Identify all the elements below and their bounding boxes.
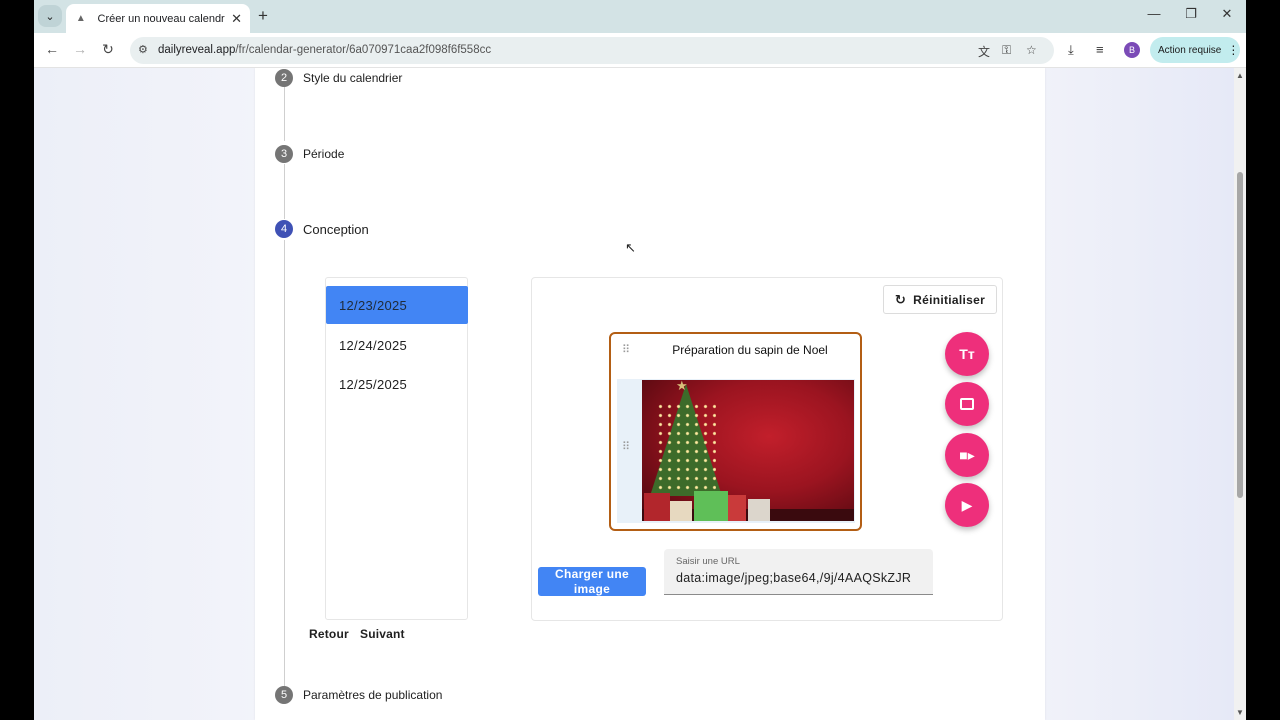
date-item[interactable]: 12/24/2025 xyxy=(326,326,467,364)
add-image-button[interactable] xyxy=(945,382,989,426)
tab-strip: ⌄ ▲ Créer un nouveau calendrier nu ✕ + —… xyxy=(34,0,1246,33)
new-tab-button[interactable]: + xyxy=(258,6,268,26)
videocam-icon: ■▸ xyxy=(959,446,975,463)
action-required-label: Action requise xyxy=(1158,44,1222,56)
gift-shape xyxy=(728,495,746,521)
next-button[interactable]: Suivant xyxy=(360,627,405,641)
upload-image-button[interactable]: Charger une image xyxy=(538,567,646,596)
date-list: 12/23/2025 12/24/2025 12/25/2025 xyxy=(325,277,468,620)
reset-label: Réinitialiser xyxy=(913,292,986,307)
add-text-button[interactable]: Tт xyxy=(945,332,989,376)
step-design[interactable]: 4 Conception xyxy=(275,220,369,238)
step-number: 5 xyxy=(275,686,293,704)
url-domain: dailyreveal.app xyxy=(158,44,236,56)
page-scrollbar[interactable]: ▲ ▼ xyxy=(1234,68,1246,720)
add-youtube-button[interactable]: ▶ xyxy=(945,483,989,527)
reset-button[interactable]: ↻ Réinitialiser xyxy=(883,285,997,314)
step-label: Paramètres de publication xyxy=(303,688,443,702)
window-close-icon[interactable]: ✕ xyxy=(1217,6,1237,22)
step-number: 2 xyxy=(275,69,293,87)
forward-arrow-icon[interactable]: → xyxy=(70,41,90,57)
media-queue-icon[interactable]: ≡ xyxy=(1096,42,1104,57)
download-icon[interactable]: ⤓ xyxy=(1068,42,1074,58)
lights-shape xyxy=(656,402,716,492)
image-block[interactable]: ⠿ ★ xyxy=(617,379,855,523)
chevron-down-icon: ⌄ xyxy=(45,10,55,23)
star-icon[interactable]: ☆ xyxy=(1026,43,1037,57)
drag-handle-icon[interactable]: ⠿ xyxy=(622,442,632,459)
scroll-thumb[interactable] xyxy=(1237,172,1243,498)
scroll-down-icon[interactable]: ▼ xyxy=(1236,708,1244,717)
back-button[interactable]: Retour xyxy=(309,627,349,641)
url-field-label: Saisir une URL xyxy=(676,556,740,567)
step-publication[interactable]: 5 Paramètres de publication xyxy=(275,686,442,704)
gift-shape xyxy=(644,493,670,521)
gift-shape xyxy=(694,491,728,521)
christmas-tree-photo: ★ xyxy=(642,380,854,521)
mouse-cursor-icon: ↖ xyxy=(625,240,636,255)
site-favicon-icon: ▲ xyxy=(75,13,86,24)
site-info-icon[interactable]: ⚙ xyxy=(138,43,148,56)
active-tab[interactable]: ▲ Créer un nouveau calendrier nu ✕ xyxy=(66,4,250,33)
url-path: /fr/calendar-generator/6a070971caa2f098f… xyxy=(235,44,492,56)
profile-avatar[interactable]: B xyxy=(1124,42,1140,58)
gift-shape xyxy=(670,501,692,521)
browser-toolbar: ← → ↻ ⚙ dailyreveal.app/fr/calendar-gene… xyxy=(34,33,1246,68)
drag-handle-icon[interactable]: ⠿ xyxy=(622,345,632,362)
text-fields-icon: Tт xyxy=(959,346,975,362)
page-viewport: 2 Style du calendrier 3 Période 4 Concep… xyxy=(34,68,1234,720)
restore-icon[interactable]: ❐ xyxy=(1181,6,1201,22)
screen-border-left xyxy=(0,0,34,720)
action-required-button[interactable]: Action requise ⋮ xyxy=(1150,37,1240,63)
stepper-card: 2 Style du calendrier 3 Période 4 Concep… xyxy=(255,68,1045,720)
more-vert-icon: ⋮ xyxy=(1227,43,1240,57)
tab-title: Créer un nouveau calendrier nu xyxy=(97,12,226,25)
back-arrow-icon[interactable]: ← xyxy=(42,41,62,57)
add-video-button[interactable]: ■▸ xyxy=(945,433,989,477)
star-shape: ★ xyxy=(676,380,688,393)
preview-title[interactable]: Préparation du sapin de Noel xyxy=(641,343,859,357)
scroll-up-icon[interactable]: ▲ xyxy=(1236,71,1244,80)
address-bar[interactable]: ⚙ dailyreveal.app/fr/calendar-generator/… xyxy=(130,37,1054,64)
url-field-value[interactable]: data:image/jpeg;base64,/9j/4AAQSkZJR xyxy=(676,571,926,585)
reload-icon[interactable]: ↻ xyxy=(98,41,118,58)
step-label: Période xyxy=(303,147,345,161)
step-period[interactable]: 3 Période xyxy=(275,145,344,163)
translate-icon[interactable]: 文 xyxy=(978,43,990,60)
design-editor: ↻ Réinitialiser ⠿ Préparation du sapin d… xyxy=(531,277,1003,621)
step-style[interactable]: 2 Style du calendrier xyxy=(275,69,402,87)
close-icon[interactable]: ✕ xyxy=(231,11,242,27)
step-label: Style du calendrier xyxy=(303,71,403,85)
date-item[interactable]: 12/25/2025 xyxy=(326,365,467,403)
screen-border-right xyxy=(1246,0,1280,720)
step-number: 4 xyxy=(275,220,293,238)
youtube-icon: ▶ xyxy=(961,496,973,513)
step-connector xyxy=(284,240,285,688)
step-connector xyxy=(284,164,285,219)
minimize-icon[interactable]: — xyxy=(1144,6,1164,21)
step-connector xyxy=(284,86,285,141)
image-icon xyxy=(960,398,974,410)
day-preview: ⠿ Préparation du sapin de Noel ⠿ ★ xyxy=(609,332,862,531)
tab-search-button[interactable]: ⌄ xyxy=(38,5,62,27)
url-text: dailyreveal.app/fr/calendar-generator/6a… xyxy=(158,44,491,56)
image-url-input[interactable]: Saisir une URL data:image/jpeg;base64,/9… xyxy=(664,549,933,595)
browser-window: ⌄ ▲ Créer un nouveau calendrier nu ✕ + —… xyxy=(34,0,1246,720)
step-number: 3 xyxy=(275,145,293,163)
key-icon[interactable]: ⚿ xyxy=(1002,43,1011,58)
refresh-icon: ↻ xyxy=(894,291,907,307)
gift-shape xyxy=(748,499,770,521)
step-label: Conception xyxy=(303,221,369,237)
date-item-selected[interactable]: 12/23/2025 xyxy=(326,286,468,324)
